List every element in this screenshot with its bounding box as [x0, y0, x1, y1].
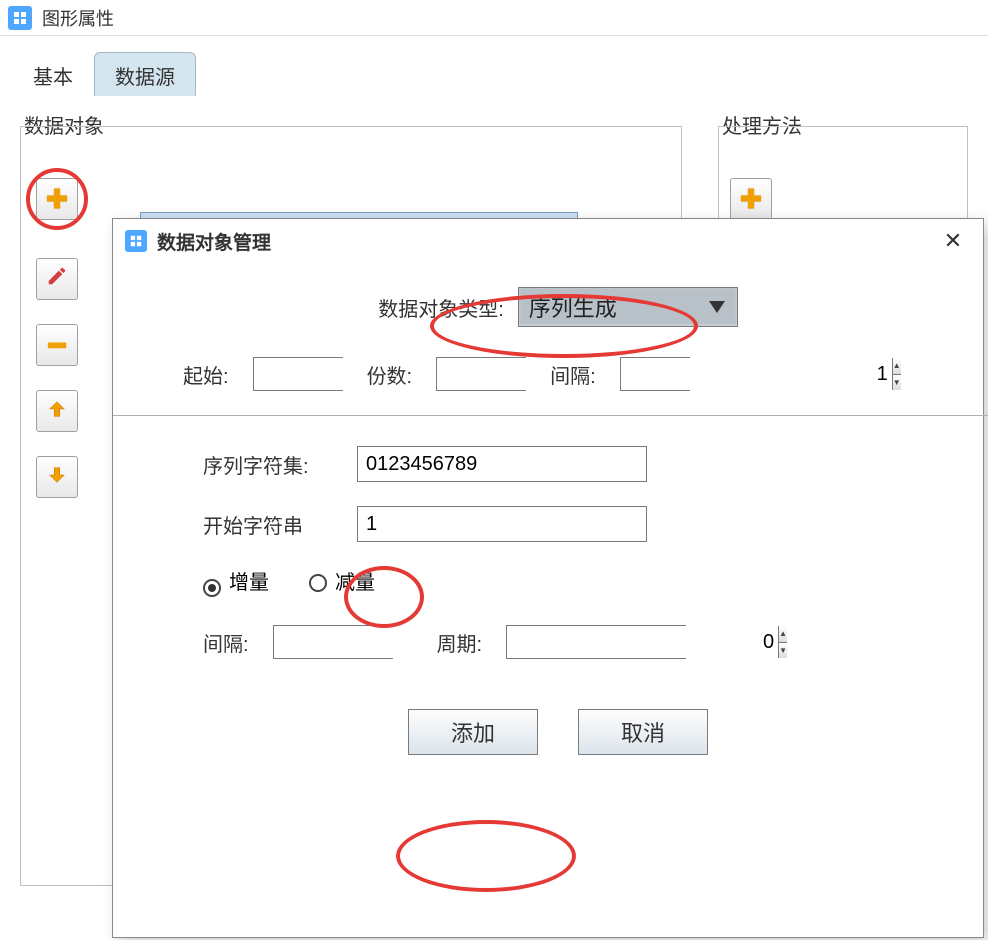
interval-label: 间隔:	[203, 628, 249, 657]
copies-label: 份数:	[367, 360, 413, 389]
start-label: 起始:	[183, 360, 229, 389]
copies-stepper[interactable]: ▲▼	[436, 357, 526, 391]
move-up-button[interactable]	[36, 390, 78, 432]
interval-top-label: 间隔:	[550, 360, 596, 389]
period-label: 周期:	[437, 628, 483, 657]
interval-stepper[interactable]: ▲▼	[273, 625, 393, 659]
startstr-label: 开始字符串	[203, 510, 343, 539]
modal-title: 数据对象管理	[157, 228, 935, 255]
radio-icon	[203, 579, 221, 597]
plus-icon: ✚	[740, 184, 762, 215]
charset-label: 序列字符集:	[203, 450, 343, 479]
spin-down-icon[interactable]: ▼	[779, 643, 787, 659]
interval-input[interactable]	[274, 626, 545, 658]
window-title-bar: 图形属性	[0, 0, 988, 36]
app-icon	[125, 230, 147, 252]
start-stepper[interactable]: ▲▼	[253, 357, 343, 391]
interval-top-stepper[interactable]: ▲▼	[620, 357, 690, 391]
add-button[interactable]: 添加	[408, 709, 538, 755]
separator	[113, 415, 988, 416]
edit-button[interactable]	[36, 258, 78, 300]
charset-input[interactable]	[357, 446, 647, 482]
tabs: 基本 数据源	[0, 36, 988, 96]
spin-down-icon[interactable]: ▼	[893, 375, 901, 391]
minus-icon: ━	[49, 329, 66, 362]
chevron-down-icon	[709, 301, 725, 313]
radio-decrease[interactable]: 减量	[309, 566, 375, 595]
spin-up-icon[interactable]: ▲	[779, 626, 787, 643]
period-stepper[interactable]: ▲▼	[506, 625, 686, 659]
plus-icon: ✚	[46, 184, 68, 215]
type-dropdown[interactable]: 序列生成	[518, 287, 738, 327]
startstr-input[interactable]	[357, 506, 647, 542]
remove-button[interactable]: ━	[36, 324, 78, 366]
arrow-up-icon	[46, 398, 68, 425]
move-down-button[interactable]	[36, 456, 78, 498]
modal-title-bar: 数据对象管理 ✕	[113, 219, 983, 263]
radio-increase[interactable]: 增量	[203, 566, 269, 595]
period-input[interactable]	[507, 626, 778, 658]
data-object-manage-dialog: 数据对象管理 ✕ 数据对象类型: 序列生成 起始: ▲▼ 份数: ▲▼ 间隔:	[112, 218, 984, 938]
cancel-button[interactable]: 取消	[578, 709, 708, 755]
add-data-object-button[interactable]: ✚	[36, 178, 78, 220]
interval-top-input[interactable]	[621, 358, 892, 390]
close-button[interactable]: ✕	[935, 228, 971, 254]
app-icon	[8, 6, 32, 30]
spin-up-icon[interactable]: ▲	[893, 358, 901, 375]
window-title: 图形属性	[42, 5, 114, 31]
tab-datasource[interactable]: 数据源	[94, 52, 196, 96]
add-method-button[interactable]: ✚	[730, 178, 772, 220]
arrow-down-icon	[46, 464, 68, 491]
tab-basic[interactable]: 基本	[12, 52, 94, 96]
type-label: 数据对象类型:	[378, 293, 504, 322]
radio-icon	[309, 574, 327, 592]
pencil-icon	[46, 265, 68, 293]
type-value: 序列生成	[529, 291, 709, 323]
